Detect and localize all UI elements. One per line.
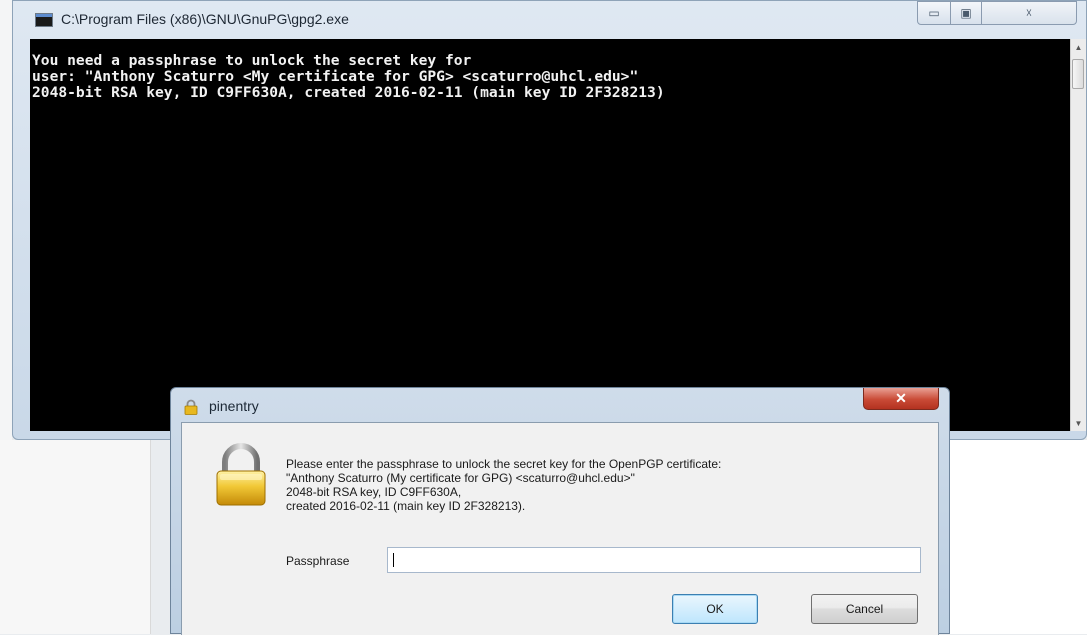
dialog-close-button[interactable]: ✕	[863, 388, 939, 410]
cancel-button[interactable]: Cancel	[811, 594, 918, 624]
dialog-title: pinentry	[209, 398, 259, 414]
maximize-icon: ▣	[960, 6, 972, 20]
lock-icon	[184, 399, 198, 415]
console-window: C:\Program Files (x86)\GNU\GnuPG\gpg2.ex…	[12, 0, 1087, 440]
console-line: 2048-bit RSA key, ID C9FF630A, created 2…	[32, 84, 665, 101]
message-line: 2048-bit RSA key, ID C9FF630A,	[286, 485, 462, 499]
passphrase-label: Passphrase	[286, 554, 350, 568]
scroll-down-arrow-icon[interactable]: ▼	[1071, 415, 1086, 431]
console-scrollbar[interactable]: ▲ ▼	[1070, 39, 1086, 431]
console-output-text: You need a passphrase to unlock the secr…	[32, 53, 665, 101]
background-window-area-right	[940, 440, 1087, 634]
passphrase-input[interactable]	[387, 547, 921, 573]
console-titlebar[interactable]: C:\Program Files (x86)\GNU\GnuPG\gpg2.ex…	[13, 1, 1086, 39]
console-title: C:\Program Files (x86)\GNU\GnuPG\gpg2.ex…	[61, 11, 349, 27]
maximize-button[interactable]: ▣	[950, 1, 982, 25]
close-icon: ☓	[1025, 6, 1033, 20]
minimize-icon: ▭	[928, 6, 940, 20]
scroll-up-arrow-icon[interactable]: ▲	[1071, 39, 1086, 55]
scrollbar-thumb[interactable]	[1072, 59, 1084, 89]
message-line: "Anthony Scaturro (My certificate for GP…	[286, 471, 635, 485]
padlock-icon	[216, 443, 266, 506]
text-caret	[393, 553, 394, 567]
close-icon: ✕	[895, 390, 907, 406]
close-button[interactable]: ☓	[981, 1, 1077, 25]
message-line: Please enter the passphrase to unlock th…	[286, 457, 722, 471]
ok-button[interactable]: OK	[672, 594, 758, 624]
console-line: You need a passphrase to unlock the secr…	[32, 52, 472, 69]
pinentry-dialog: pinentry ✕ Please enter the passphrase t…	[170, 387, 950, 635]
console-line: user: "Anthony Scaturro <My certificate …	[32, 68, 639, 85]
console-window-icon[interactable]	[35, 13, 53, 27]
message-line: created 2016-02-11 (main key ID 2F328213…	[286, 499, 526, 513]
dialog-body: Please enter the passphrase to unlock th…	[181, 422, 939, 635]
console-output-area[interactable]: You need a passphrase to unlock the secr…	[30, 39, 1070, 431]
background-window-area	[0, 440, 151, 634]
dialog-message: Please enter the passphrase to unlock th…	[286, 457, 936, 513]
minimize-button[interactable]: ▭	[917, 1, 951, 25]
